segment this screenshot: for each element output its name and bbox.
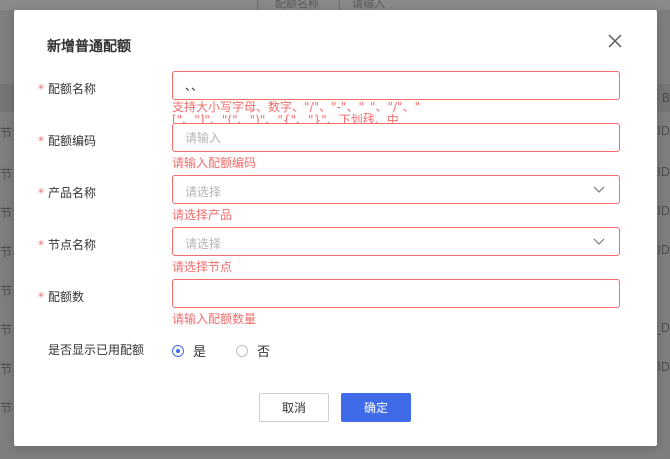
quota-name-field[interactable] (172, 71, 620, 100)
background-cell: 节 (0, 401, 13, 415)
product-name-error: 请选择产品 (172, 208, 233, 222)
add-quota-dialog: 新增普通配额 * 配额名称 支持大小写字母、数字、"/"、"-"、"_"、"/"、… (14, 10, 657, 446)
radio-yes-label: 是 (193, 345, 207, 360)
chevron-down-icon (593, 186, 605, 193)
confirm-button[interactable]: 确定 (341, 393, 411, 422)
node-name-label-text: 节点名称 (48, 238, 97, 252)
background-cell: 节 (0, 167, 13, 181)
close-icon[interactable] (608, 34, 622, 48)
quota-count-label: * 配额数 (38, 288, 84, 305)
quota-name-label: * 配额名称 (38, 80, 96, 97)
radio-no[interactable]: 否 (236, 341, 270, 360)
required-mark: * (38, 134, 44, 148)
background-cell: 节 (0, 323, 13, 337)
node-select[interactable]: 请选择 (172, 227, 620, 256)
quota-code-input[interactable] (185, 124, 585, 151)
background-cell: 节 (0, 206, 13, 220)
background-tab-quota-name: 配额名称 (275, 0, 340, 10)
product-name-label-text: 产品名称 (48, 186, 97, 200)
background-search: 请输入 (352, 0, 385, 10)
background-cell: _D (654, 321, 670, 335)
background-cell: 节 (0, 284, 13, 298)
required-mark: * (38, 290, 44, 304)
quota-code-label-text: 配额编码 (48, 134, 97, 148)
quota-name-error: 支持大小写字母、数字、"/"、"-"、"_"、"/"、"["、"]"、"("、"… (172, 101, 421, 123)
radio-no-dot[interactable] (236, 344, 248, 357)
quota-code-error: 请输入配额编码 (172, 156, 257, 170)
quota-code-label: * 配额编码 (38, 132, 96, 149)
background-cell: 节 (0, 362, 13, 376)
required-mark: * (38, 238, 44, 252)
background-cell: 节 (0, 126, 13, 140)
chevron-down-icon (593, 238, 605, 245)
product-select-placeholder: 请选择 (185, 185, 222, 199)
background-dropdown (225, 0, 258, 10)
background-cell: B (661, 91, 670, 105)
product-name-label: * 产品名称 (38, 184, 96, 201)
quota-count-input[interactable] (185, 280, 585, 307)
node-select-placeholder: 请选择 (185, 237, 222, 251)
quota-name-label-text: 配额名称 (48, 82, 97, 96)
watermark: CSDN @migexiaoliang (468, 429, 636, 447)
node-name-error: 请选择节点 (172, 260, 233, 274)
required-mark: * (38, 82, 44, 96)
cancel-button[interactable]: 取消 (259, 393, 329, 422)
radio-yes-dot[interactable] (172, 344, 184, 357)
quota-count-label-text: 配额数 (48, 290, 85, 304)
quota-count-field[interactable] (172, 279, 620, 308)
quota-code-field[interactable] (172, 123, 620, 152)
quota-count-error: 请输入配额数量 (172, 312, 257, 326)
node-name-label: * 节点名称 (38, 236, 96, 253)
radio-no-label: 否 (257, 345, 271, 360)
quota-name-input[interactable] (185, 72, 585, 99)
dialog-title: 新增普通配额 (47, 39, 131, 55)
show-used-label: 是否显示已用配额 (48, 343, 145, 357)
radio-yes[interactable]: 是 (172, 341, 206, 360)
background-filter-bar: 配额名称 请输入 (0, 0, 670, 10)
background-cell: 节 (0, 245, 13, 259)
product-select[interactable]: 请选择 (172, 175, 620, 204)
required-mark: * (38, 186, 44, 200)
